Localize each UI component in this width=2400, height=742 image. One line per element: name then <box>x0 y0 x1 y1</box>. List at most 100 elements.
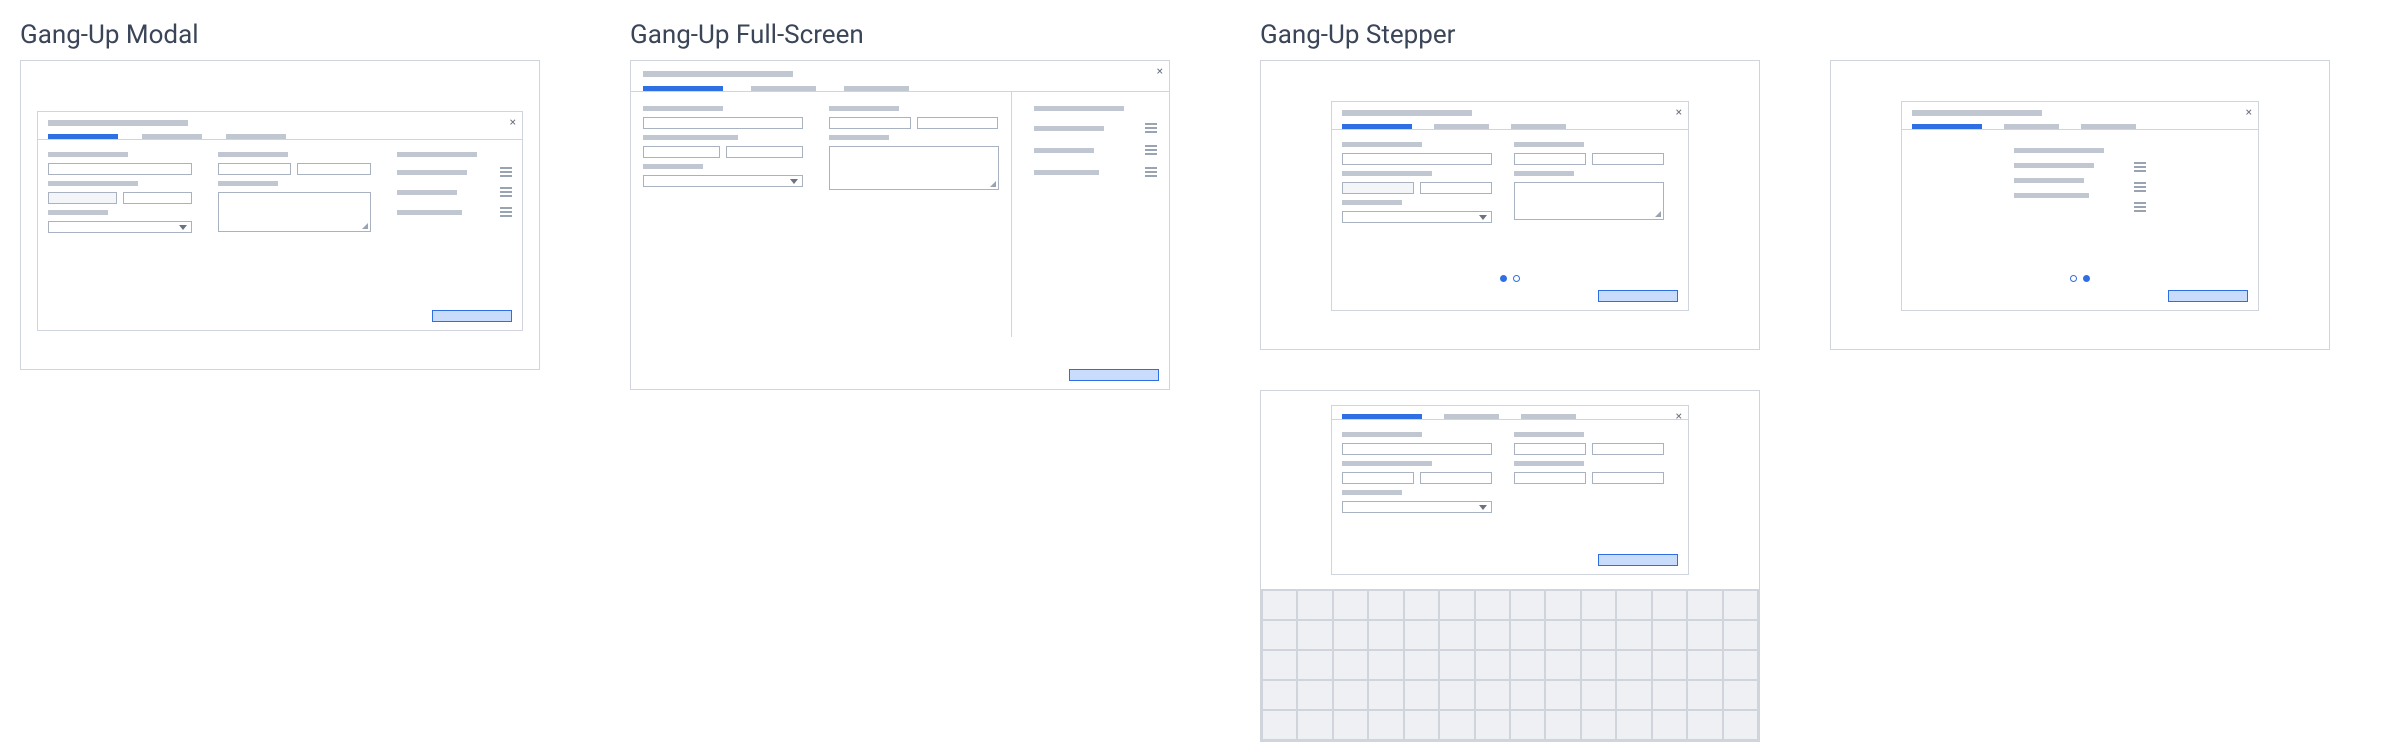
list-item-label <box>397 170 467 175</box>
text-input[interactable] <box>726 146 803 158</box>
stepper-a-col-1 <box>1342 142 1492 223</box>
text-input[interactable] <box>643 146 720 158</box>
section-stepper: Gang-Up Stepper × <box>1260 20 2330 742</box>
grid-cell <box>1652 620 1687 650</box>
drag-handle-icon[interactable] <box>1145 167 1157 177</box>
resize-handle-icon[interactable] <box>1655 211 1661 217</box>
text-input[interactable] <box>123 192 192 204</box>
tab-active[interactable] <box>643 86 723 91</box>
primary-button[interactable] <box>2168 290 2248 302</box>
text-input[interactable] <box>1592 472 1664 484</box>
close-icon[interactable]: × <box>510 116 516 128</box>
stepper-c-body <box>1332 420 1688 513</box>
field-label <box>1342 490 1402 495</box>
textarea-input[interactable] <box>829 146 999 190</box>
fullscreen-tabs <box>631 61 1169 92</box>
text-input[interactable] <box>48 163 192 175</box>
field-label <box>643 164 703 169</box>
primary-button[interactable] <box>1069 369 1159 381</box>
text-input[interactable] <box>917 117 999 129</box>
resize-handle-icon[interactable] <box>990 181 996 187</box>
stepper-frame-c: × <box>1260 390 1760 742</box>
grid-cell <box>1297 650 1332 680</box>
text-input[interactable] <box>1514 443 1586 455</box>
resize-handle-icon[interactable] <box>362 223 368 229</box>
text-input[interactable] <box>1514 153 1586 165</box>
text-input[interactable] <box>1342 153 1492 165</box>
text-input[interactable] <box>48 192 117 204</box>
sidebar-heading <box>1034 106 1124 111</box>
text-input[interactable] <box>218 163 292 175</box>
modal-tab-2[interactable] <box>142 134 202 139</box>
grid-cell <box>1333 710 1368 740</box>
drag-handle-icon[interactable] <box>2134 202 2146 212</box>
text-input[interactable] <box>1342 443 1492 455</box>
tab-3[interactable] <box>1521 414 1576 419</box>
drag-handle-icon[interactable] <box>500 167 512 177</box>
primary-button[interactable] <box>432 310 512 322</box>
tab-2[interactable] <box>751 86 816 91</box>
step-dot-2[interactable] <box>2083 275 2090 282</box>
tab-2[interactable] <box>1444 414 1499 419</box>
drag-handle-icon[interactable] <box>1145 123 1157 133</box>
textarea-input[interactable] <box>1514 182 1664 220</box>
text-input[interactable] <box>1514 472 1586 484</box>
modal-tab-3[interactable] <box>226 134 286 139</box>
tab-2[interactable] <box>2004 124 2059 129</box>
drag-handle-icon[interactable] <box>2134 162 2146 172</box>
tab-3[interactable] <box>2081 124 2136 129</box>
textarea-input[interactable] <box>218 192 371 232</box>
modal-tab-active[interactable] <box>48 134 118 139</box>
tab-3[interactable] <box>844 86 909 91</box>
select-input[interactable] <box>643 175 803 187</box>
stepper-modal-a: × <box>1331 101 1689 311</box>
select-input[interactable] <box>48 221 192 233</box>
fullscreen-main <box>631 92 1012 337</box>
modal-col-1 <box>48 152 192 233</box>
grid-cell <box>1510 620 1545 650</box>
field-label <box>48 210 108 215</box>
text-input[interactable] <box>1420 182 1492 194</box>
grid-cell <box>1687 650 1722 680</box>
chevron-down-icon <box>179 225 187 230</box>
grid-cell <box>1687 680 1722 710</box>
grid-cell <box>1368 620 1403 650</box>
step-dot-2[interactable] <box>1513 275 1520 282</box>
text-input[interactable] <box>829 117 911 129</box>
tab-2[interactable] <box>1434 124 1489 129</box>
select-input[interactable] <box>1342 211 1492 223</box>
tab-active[interactable] <box>1912 124 1982 129</box>
text-input[interactable] <box>297 163 371 175</box>
primary-button[interactable] <box>1598 290 1678 302</box>
grid-cell <box>1333 680 1368 710</box>
tab-3[interactable] <box>1511 124 1566 129</box>
stepper-frame-b: × <box>1830 60 2330 350</box>
field-label <box>48 181 138 186</box>
text-input[interactable] <box>1342 182 1414 194</box>
text-input[interactable] <box>1420 472 1492 484</box>
drag-handle-icon[interactable] <box>1145 145 1157 155</box>
step-dot-1[interactable] <box>2070 275 2077 282</box>
close-icon[interactable]: × <box>1676 410 1682 422</box>
close-icon[interactable]: × <box>1676 106 1682 118</box>
stepper-modal-b: × <box>1901 101 2259 311</box>
select-input[interactable] <box>1342 501 1492 513</box>
text-input[interactable] <box>1592 443 1664 455</box>
tab-active[interactable] <box>1342 414 1422 419</box>
text-input[interactable] <box>1342 472 1414 484</box>
step-dot-1[interactable] <box>1500 275 1507 282</box>
close-icon[interactable]: × <box>2246 106 2252 118</box>
text-input[interactable] <box>643 117 803 129</box>
tab-active[interactable] <box>1342 124 1412 129</box>
grid-cell <box>1262 680 1297 710</box>
text-input[interactable] <box>1592 153 1664 165</box>
field-label <box>218 181 278 186</box>
stepper-dots-a <box>1332 275 1688 282</box>
stepper-dots-b <box>1902 275 2258 282</box>
drag-handle-icon[interactable] <box>2134 182 2146 192</box>
grid-cell <box>1297 710 1332 740</box>
drag-handle-icon[interactable] <box>500 207 512 217</box>
drag-handle-icon[interactable] <box>500 187 512 197</box>
primary-button[interactable] <box>1598 554 1678 566</box>
close-icon[interactable]: × <box>1157 65 1163 77</box>
